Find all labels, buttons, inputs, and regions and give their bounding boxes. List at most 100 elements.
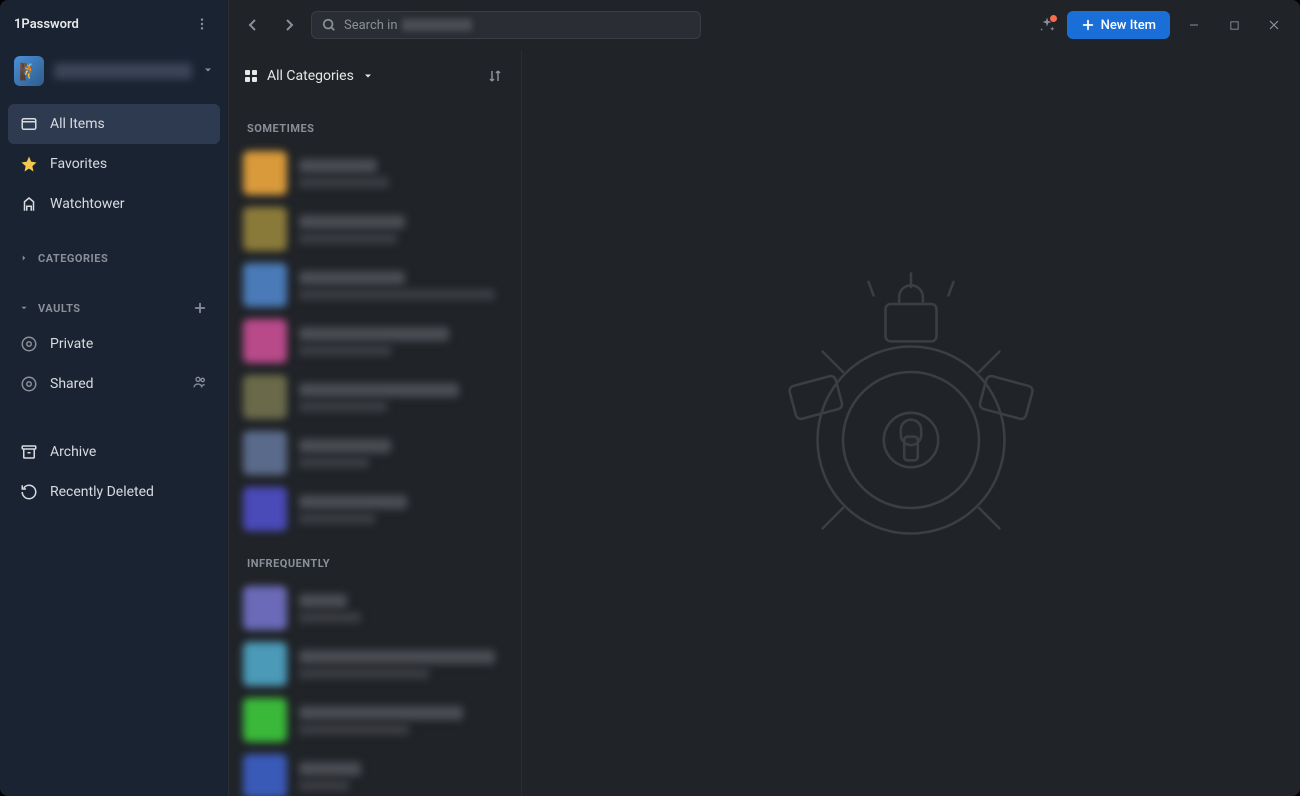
sidebar-section-bottom: Archive Recently Deleted [0, 414, 228, 512]
item-text [299, 327, 507, 356]
sidebar-item-recently-deleted[interactable]: Recently Deleted [8, 472, 220, 512]
category-filter[interactable]: All Categories [243, 68, 374, 84]
search-icon [322, 18, 336, 32]
sidebar-item-label: Archive [50, 444, 96, 460]
categories-toggle[interactable]: CATEGORIES [8, 242, 220, 274]
sidebar-section-vaults: VAULTS Private Shared [0, 274, 228, 404]
account-avatar: 🧗 [14, 56, 44, 86]
window-minimize[interactable] [1178, 11, 1210, 39]
chevron-down-icon [202, 64, 214, 79]
item-icon [243, 319, 287, 363]
category-label: All Categories [267, 68, 354, 84]
section-label: VAULTS [38, 302, 81, 315]
vaults-toggle[interactable]: VAULTS [8, 292, 220, 324]
list-item[interactable] [229, 145, 521, 201]
new-item-button[interactable]: New Item [1067, 11, 1170, 39]
item-text [299, 650, 507, 679]
list-item[interactable] [229, 201, 521, 257]
list-item[interactable] [229, 580, 521, 636]
vault-label: Private [50, 336, 93, 352]
list-item[interactable] [229, 369, 521, 425]
item-title-redacted [299, 762, 361, 776]
list-item[interactable] [229, 636, 521, 692]
list-item[interactable] [229, 692, 521, 748]
main-area: Search in New Item [229, 0, 1300, 796]
item-title-redacted [299, 159, 377, 173]
item-subtitle-redacted [299, 233, 397, 244]
sidebar-item-label: All Items [50, 116, 105, 132]
item-list-pane: All Categories SOMETIMESINFREQUENTLY [229, 50, 522, 796]
archive-icon [20, 443, 38, 461]
sidebar-item-watchtower[interactable]: Watchtower [8, 184, 220, 224]
list-item[interactable] [229, 748, 521, 796]
forward-button[interactable] [275, 11, 303, 39]
list-header: All Categories [229, 50, 521, 102]
item-subtitle-redacted [299, 457, 369, 468]
back-button[interactable] [239, 11, 267, 39]
item-icon [243, 487, 287, 531]
window-close[interactable] [1258, 11, 1290, 39]
restore-icon [20, 483, 38, 501]
sort-button[interactable] [483, 64, 507, 88]
item-text [299, 762, 507, 791]
item-title-redacted [299, 215, 405, 229]
detail-pane [522, 50, 1300, 796]
item-subtitle-redacted [299, 724, 409, 735]
item-list[interactable]: SOMETIMESINFREQUENTLY [229, 102, 521, 796]
chevron-down-icon [18, 303, 30, 313]
item-icon [243, 207, 287, 251]
window-maximize[interactable] [1218, 11, 1250, 39]
sort-icon [487, 68, 503, 84]
list-item[interactable] [229, 257, 521, 313]
app-menu-button[interactable] [190, 12, 214, 36]
search-prefix-text: Search in [344, 18, 398, 33]
watchtower-icon [20, 195, 38, 213]
sidebar-section-categories: CATEGORIES [0, 224, 228, 274]
item-title-redacted [299, 495, 407, 509]
item-title-redacted [299, 706, 463, 720]
account-name [54, 63, 192, 79]
empty-vault-illustration [741, 253, 1081, 593]
sidebar-item-favorites[interactable]: Favorites [8, 144, 220, 184]
list-item[interactable] [229, 481, 521, 537]
sidebar-header: 1Password [0, 0, 228, 48]
sidebar: 1Password 🧗 All Items F [0, 0, 229, 796]
app-title: 1Password [14, 17, 79, 32]
star-icon [20, 155, 38, 173]
search-input[interactable]: Search in [311, 11, 701, 39]
item-icon [243, 431, 287, 475]
item-title-redacted [299, 271, 405, 285]
sidebar-item-label: Favorites [50, 156, 107, 172]
vault-icon [20, 335, 38, 353]
sidebar-nav: All Items Favorites Watchtower [0, 104, 228, 224]
item-subtitle-redacted [299, 612, 361, 623]
list-item[interactable] [229, 425, 521, 481]
list-item[interactable] [229, 313, 521, 369]
vault-private[interactable]: Private [8, 324, 220, 364]
item-icon [243, 642, 287, 686]
all-items-icon [20, 115, 38, 133]
sidebar-item-label: Watchtower [50, 196, 125, 212]
item-text [299, 439, 507, 468]
add-vault-button[interactable] [190, 298, 210, 318]
item-text [299, 215, 507, 244]
vault-label: Shared [50, 376, 94, 392]
vault-icon [20, 375, 38, 393]
sidebar-item-label: Recently Deleted [50, 484, 154, 500]
sidebar-item-all-items[interactable]: All Items [8, 104, 220, 144]
item-title-redacted [299, 383, 459, 397]
new-item-label: New Item [1101, 18, 1156, 33]
item-icon [243, 698, 287, 742]
vault-shared[interactable]: Shared [8, 364, 220, 404]
item-title-redacted [299, 439, 391, 453]
item-icon [243, 586, 287, 630]
notifications-button[interactable] [1035, 13, 1059, 37]
item-text [299, 594, 507, 623]
account-switcher[interactable]: 🧗 [0, 48, 228, 104]
item-subtitle-redacted [299, 780, 349, 791]
sidebar-item-archive[interactable]: Archive [8, 432, 220, 472]
item-icon [243, 263, 287, 307]
notification-indicator [1050, 15, 1057, 22]
search-scope-redacted [402, 19, 472, 31]
item-text [299, 706, 507, 735]
